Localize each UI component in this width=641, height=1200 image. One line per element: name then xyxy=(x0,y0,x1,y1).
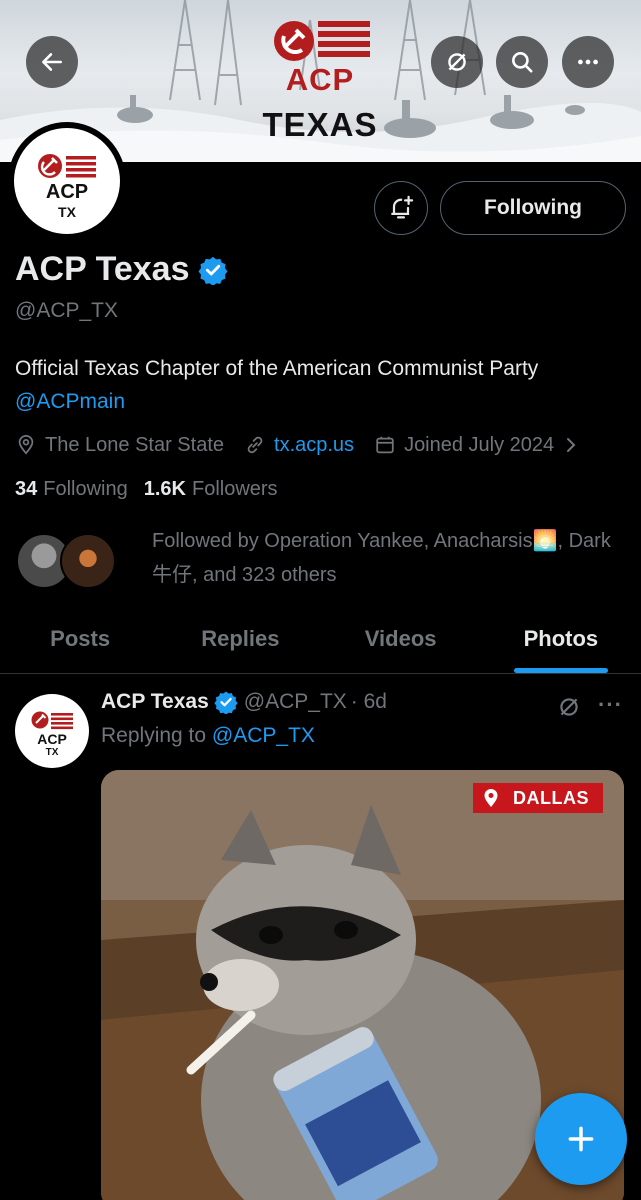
banner-state-text: TEXAS xyxy=(262,106,378,143)
avatar xyxy=(60,533,116,589)
tweet-time: · 6d xyxy=(350,690,387,713)
profile-meta: The Lone Star State tx.acp.us Joined Jul… xyxy=(15,430,578,460)
more-horizontal-icon xyxy=(578,59,598,65)
location-tag: DALLAS xyxy=(473,783,603,813)
joined-text: Joined July 2024 xyxy=(404,433,555,456)
compose-button[interactable] xyxy=(535,1093,627,1185)
bell-plus-icon xyxy=(391,195,414,219)
location: The Lone Star State xyxy=(15,434,224,457)
tweet-avatar[interactable]: ACP TX xyxy=(15,694,89,768)
verified-badge-icon xyxy=(214,691,238,714)
bio-mention-link[interactable]: @ACPmain xyxy=(15,390,125,413)
search-icon xyxy=(512,52,533,73)
followers-count: 1.6K xyxy=(143,478,186,500)
tab-posts[interactable]: Posts xyxy=(0,604,160,673)
tweet-more-button[interactable]: ··· xyxy=(598,692,623,718)
profile-name: ACP Texas xyxy=(15,250,228,289)
following-count: 34 xyxy=(15,478,38,500)
tweet-replying-to: Replying to @ACP_TX xyxy=(101,724,315,748)
profile-handle: @ACP_TX xyxy=(15,299,119,322)
tab-videos[interactable]: Videos xyxy=(321,604,481,673)
location-pin-icon xyxy=(18,434,34,455)
link-icon xyxy=(247,436,263,454)
tweet-author-handle[interactable]: @ACP_TX xyxy=(244,690,347,714)
more-button[interactable] xyxy=(562,36,614,88)
profile-stats: 34 Following 1.6K Followers xyxy=(15,478,294,501)
grok-button[interactable] xyxy=(431,36,483,88)
location-text: The Lone Star State xyxy=(45,433,225,456)
following-button[interactable]: Following xyxy=(440,181,626,235)
tweet-grok-button[interactable] xyxy=(556,694,582,725)
verified-badge-icon[interactable] xyxy=(198,255,228,285)
profile-name-text: ACP Texas xyxy=(15,250,190,288)
location-tag-text: DALLAS xyxy=(513,787,589,808)
tab-replies[interactable]: Replies xyxy=(160,604,320,673)
bio-text: Official Texas Chapter of the American C… xyxy=(15,357,539,380)
avatar-acp-text: ACP xyxy=(45,181,89,203)
tweet-header: ACP Texas @ACP_TX · 6d xyxy=(101,690,387,714)
website-link[interactable]: tx.acp.us xyxy=(274,434,354,457)
profile-avatar[interactable]: ACP TX xyxy=(8,122,126,240)
replying-prefix: Replying to xyxy=(101,724,212,747)
tweet-avatar-acp-text: ACP xyxy=(37,731,67,747)
chevron-right-icon[interactable] xyxy=(564,435,578,455)
back-button[interactable] xyxy=(26,36,78,88)
avatar-tx-text: TX xyxy=(58,204,76,220)
followed-by-avatars[interactable] xyxy=(16,533,136,591)
followed-by-text[interactable]: Followed by Operation Yankee, Anacharsis… xyxy=(152,524,622,592)
notifications-bell-button[interactable] xyxy=(374,181,428,235)
profile-bio: Official Texas Chapter of the American C… xyxy=(15,352,615,418)
banner-acp-text: ACP xyxy=(285,62,355,97)
following-label: Following xyxy=(43,478,128,500)
tweet-author-name[interactable]: ACP Texas xyxy=(101,690,209,714)
profile-tabs: Posts Replies Videos Photos xyxy=(0,604,641,674)
plus-icon xyxy=(568,1126,594,1152)
calendar-icon xyxy=(376,436,394,454)
tweet-avatar-tx-text: TX xyxy=(45,747,59,758)
search-button[interactable] xyxy=(496,36,548,88)
followers-stat[interactable]: 1.6K Followers xyxy=(144,478,278,501)
replying-to-link[interactable]: @ACP_TX xyxy=(212,724,315,747)
location-pin-icon xyxy=(484,789,498,807)
tab-photos[interactable]: Photos xyxy=(481,604,641,673)
website[interactable]: tx.acp.us xyxy=(244,434,354,457)
followers-label: Followers xyxy=(191,478,278,500)
joined-date: Joined July 2024 xyxy=(374,434,554,457)
following-stat[interactable]: 34 Following xyxy=(15,478,128,501)
grok-icon xyxy=(448,53,466,71)
grok-icon xyxy=(560,698,578,716)
arrow-left-icon xyxy=(42,53,62,71)
